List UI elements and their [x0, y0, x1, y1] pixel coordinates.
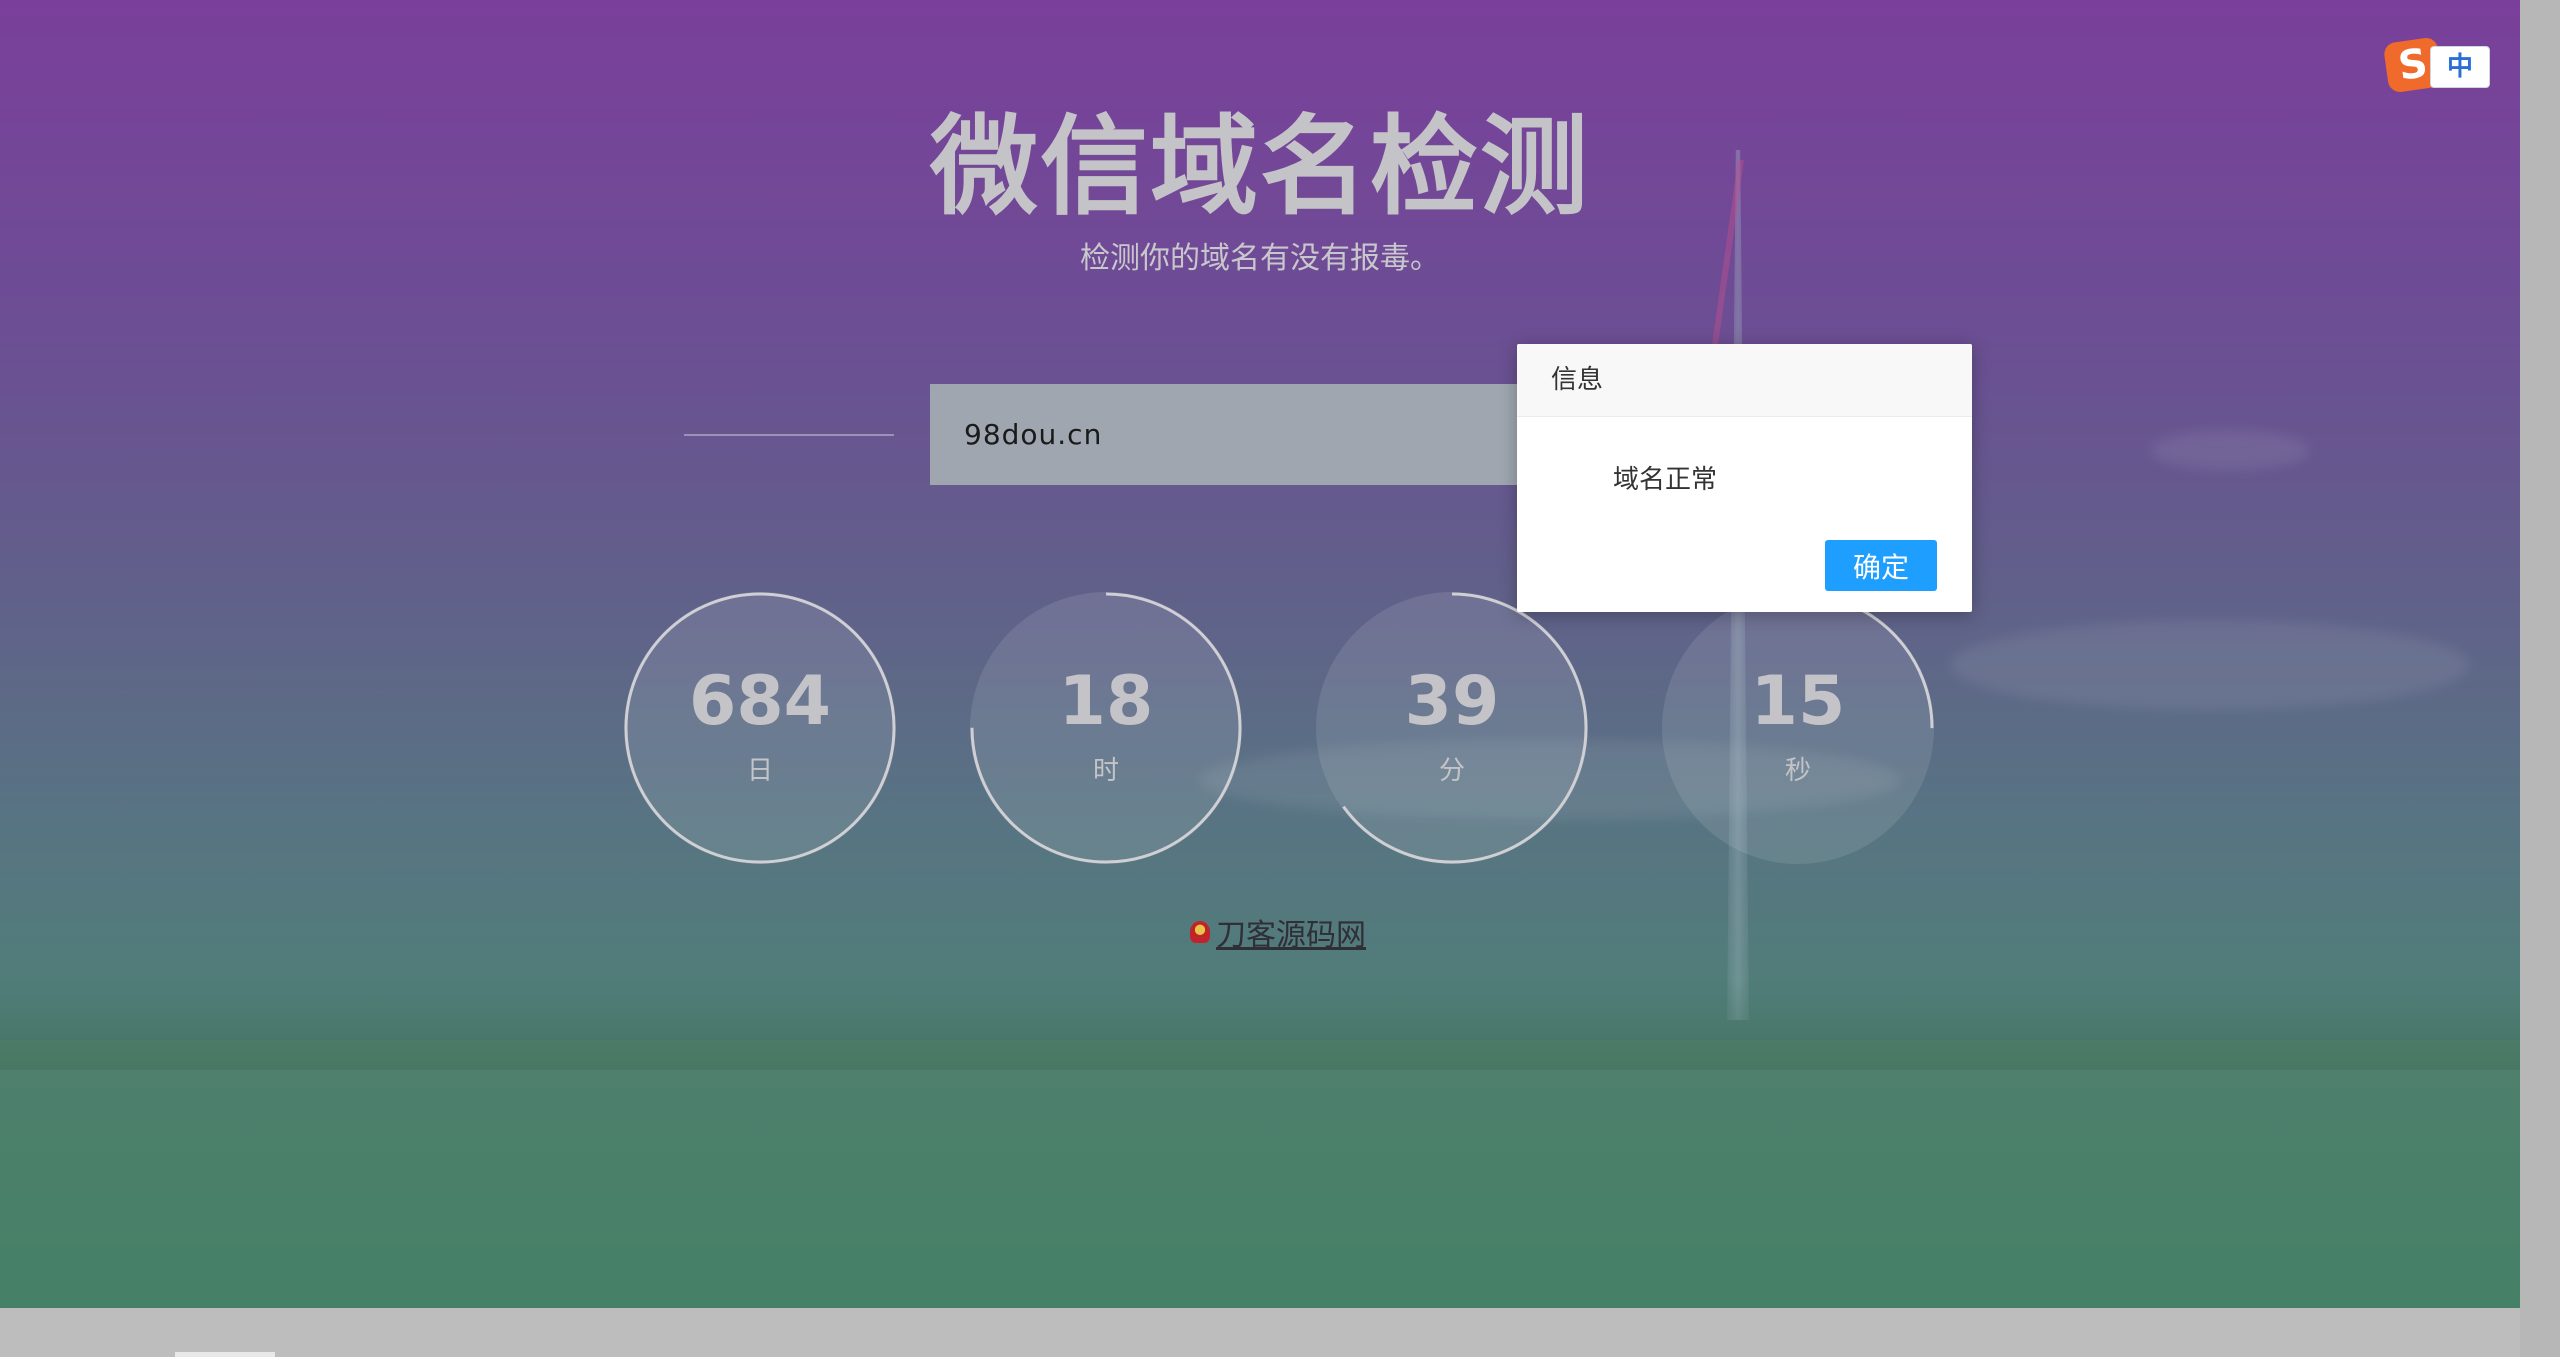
countdown-minutes-value: 39: [1404, 662, 1500, 741]
countdown-seconds-value: 15: [1750, 662, 1846, 741]
ime-mode: 中: [2430, 46, 2490, 88]
countdown-days: 684 日: [622, 590, 898, 866]
countdown-minutes: 39 分: [1314, 590, 1590, 866]
footer-site-link[interactable]: 刀客源码网: [1190, 910, 1366, 954]
page-subtitle: 检测你的域名有没有报毒。: [1080, 241, 1440, 276]
countdown-seconds-unit: 秒: [1784, 756, 1811, 786]
dialog-title: 信息: [1517, 344, 1972, 417]
footer-site-link-label: 刀客源码网: [1216, 918, 1366, 953]
horizontal-scrollbar[interactable]: [0, 1308, 2520, 1357]
countdown-hours-value: 18: [1058, 662, 1154, 741]
countdown-days-unit: 日: [746, 756, 773, 786]
police-badge-icon: [1190, 921, 1210, 943]
cloud-decoration: [1950, 620, 2470, 710]
page-viewport: 微信域名检测 检测你的域名有没有报毒。 684 日 18 时 39: [0, 0, 2520, 1308]
field-decoration: [0, 1040, 2520, 1308]
horizontal-scrollbar-thumb[interactable]: [175, 1352, 275, 1357]
vertical-scrollbar[interactable]: [2520, 0, 2560, 1357]
info-dialog: 信息 域名正常 确定: [1517, 344, 1972, 612]
dialog-message: 域名正常: [1613, 465, 1718, 495]
countdown-days-value: 684: [689, 662, 831, 741]
countdown-hours-unit: 时: [1092, 756, 1119, 786]
confirm-button[interactable]: 确定: [1825, 540, 1937, 591]
countdown-seconds: 15 秒: [1660, 590, 1936, 866]
cloud-decoration: [2150, 430, 2310, 470]
countdown-minutes-unit: 分: [1438, 756, 1465, 786]
ime-indicator[interactable]: S 中: [2382, 36, 2490, 94]
page-title: 微信域名检测: [929, 105, 1590, 230]
domain-input[interactable]: [930, 384, 1570, 485]
countdown-hours: 18 时: [968, 590, 1244, 866]
divider-line: [684, 434, 894, 436]
